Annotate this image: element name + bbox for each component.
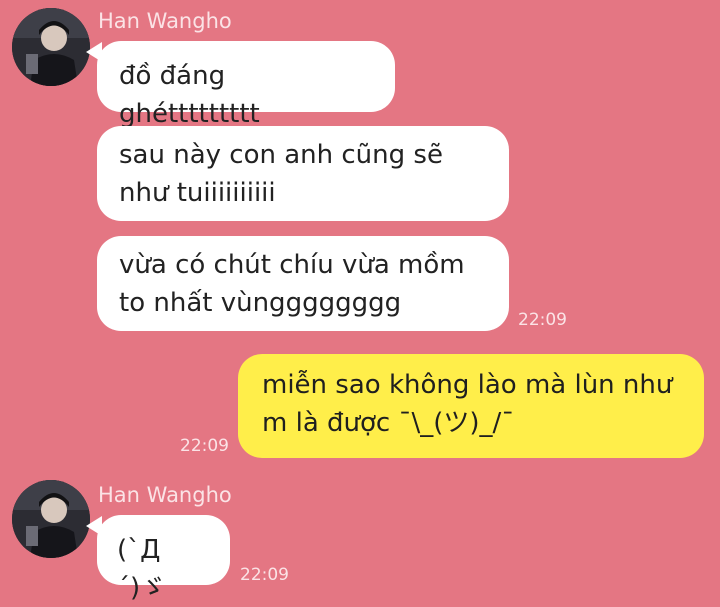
message-timestamp: 22:09 — [518, 310, 567, 330]
contact-avatar[interactable] — [12, 8, 90, 86]
message-bubble[interactable]: (`Д´)ゞ — [97, 515, 230, 603]
avatar-photo — [12, 8, 90, 86]
avatar-photo — [12, 480, 90, 558]
message-timestamp: 22:09 — [240, 565, 289, 585]
message-bubble[interactable]: vừa có chút chíu vừa mồm to nhất vùngggg… — [97, 236, 509, 331]
sender-name: Han Wangho — [98, 9, 232, 33]
sender-name: Han Wangho — [98, 483, 232, 507]
message-timestamp: 22:09 — [180, 436, 229, 456]
message-bubble[interactable]: đồ đáng ghéttttttttt — [97, 41, 395, 129]
message-bubble-outgoing[interactable]: miễn sao không lào mà lùn như m là được … — [238, 354, 704, 458]
contact-avatar[interactable] — [12, 480, 90, 558]
message-bubble[interactable]: sau này con anh cũng sẽ như tuiiiiiiiiii — [97, 126, 509, 221]
